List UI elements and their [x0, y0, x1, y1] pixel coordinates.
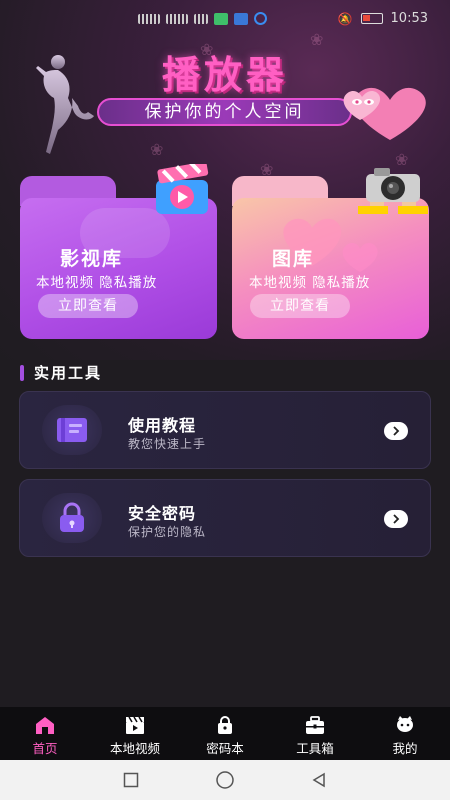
status-time: 10:53 [390, 11, 428, 26]
app-notification-icon [254, 12, 267, 25]
view-now-button[interactable]: 立即查看 [38, 294, 138, 318]
app-notification-icon [214, 12, 228, 25]
signal-icon [138, 13, 160, 24]
home-button[interactable] [215, 770, 235, 790]
recent-apps-button[interactable] [123, 772, 139, 788]
tool-description: 保护您的隐私 [128, 525, 207, 539]
nav-item-home[interactable]: 首页 [0, 707, 90, 760]
system-navigation-bar [0, 760, 450, 800]
card-subtitle: 本地视频 隐私播放 [249, 275, 371, 291]
icon-badge [42, 405, 102, 455]
clapper-icon [126, 716, 144, 734]
card-title: 图库 [272, 248, 315, 270]
nav-label: 首页 [32, 741, 58, 756]
status-right: 🔕 14 10:53 [338, 11, 428, 26]
security-password-row[interactable]: 安全密码 保护您的隐私 [19, 479, 431, 557]
tutorial-row[interactable]: 使用教程 教您快速上手 [19, 391, 431, 469]
status-icons [138, 12, 267, 25]
nav-item-profile[interactable]: 我的 [360, 707, 450, 760]
tool-name: 使用教程 [128, 416, 197, 435]
nav-item-toolbox[interactable]: 工具箱 [270, 707, 360, 760]
nav-label: 我的 [392, 741, 418, 756]
nav-label: 工具箱 [296, 741, 334, 756]
wifi-icon [194, 13, 208, 24]
video-library-card[interactable]: 影视库 本地视频 隐私播放 立即查看 [20, 164, 217, 339]
section-title: 实用工具 [34, 364, 103, 382]
tool-name: 安全密码 [128, 504, 197, 523]
battery-icon [360, 13, 383, 24]
petal-decoration: ❀ [150, 140, 164, 159]
lock-icon [60, 502, 84, 532]
section-header: 实用工具 [20, 362, 102, 383]
profile-icon [397, 716, 413, 732]
chevron-right-icon[interactable] [384, 510, 408, 528]
home-icon [36, 717, 54, 734]
card-title: 影视库 [60, 248, 124, 270]
signal-icon [166, 13, 188, 24]
nav-item-password-book[interactable]: 密码本 [180, 707, 270, 760]
app-notification-icon [234, 12, 248, 25]
tool-description: 教您快速上手 [128, 437, 207, 451]
camera-icon [358, 168, 428, 214]
book-icon [57, 418, 87, 442]
card-subtitle: 本地视频 隐私播放 [36, 275, 158, 291]
nav-label: 密码本 [206, 741, 244, 756]
back-button[interactable] [311, 772, 327, 788]
icon-badge [42, 493, 102, 543]
chevron-right-icon[interactable] [384, 422, 408, 440]
view-now-button[interactable]: 立即查看 [250, 294, 350, 318]
toolbox-icon [306, 716, 324, 734]
nav-label: 本地视频 [109, 741, 160, 756]
bottom-navigation: 首页 本地视频 密码本 工具箱 我的 [0, 707, 450, 760]
mute-icon: 🔕 [337, 11, 353, 26]
hearts-decoration [343, 87, 426, 140]
section-accent-bar [20, 364, 24, 381]
slogan-banner: 保护你的个人空间 [97, 98, 352, 126]
photo-gallery-card[interactable]: 图库 本地视频 隐私播放 立即查看 [232, 168, 429, 339]
clapperboard-icon [156, 164, 209, 214]
lock-icon [218, 716, 232, 734]
nav-item-local-video[interactable]: 本地视频 [90, 707, 180, 760]
